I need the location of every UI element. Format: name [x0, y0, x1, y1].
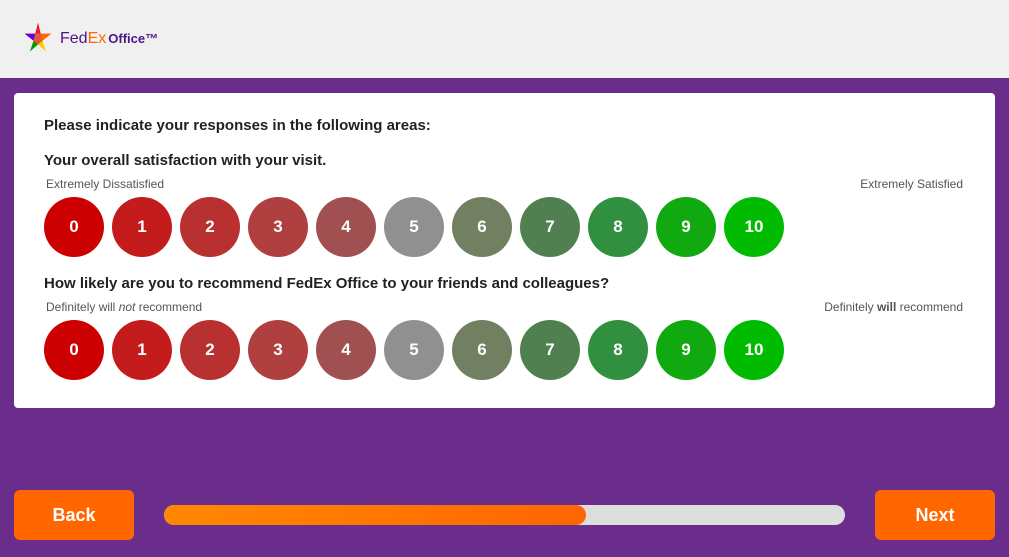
- q1-rating-5[interactable]: 5: [384, 197, 444, 257]
- q1-rating-9[interactable]: 9: [656, 197, 716, 257]
- q1-rating-10[interactable]: 10: [724, 197, 784, 257]
- q1-rating-0[interactable]: 0: [44, 197, 104, 257]
- q2-rating-6[interactable]: 6: [452, 320, 512, 380]
- question1-scale-right: Extremely Satisfied: [860, 177, 963, 191]
- logo-fed-text: Fed: [60, 30, 88, 48]
- q1-rating-7[interactable]: 7: [520, 197, 580, 257]
- back-button[interactable]: Back: [14, 490, 134, 540]
- q1-rating-1[interactable]: 1: [112, 197, 172, 257]
- progress-bar-fill: [164, 505, 586, 525]
- q2-rating-10[interactable]: 10: [724, 320, 784, 380]
- logo: FedExOffice™: [20, 21, 158, 57]
- question2-label: How likely are you to recommend FedEx Of…: [44, 275, 965, 292]
- question1-label: Your overall satisfaction with your visi…: [44, 152, 965, 169]
- bottom-bar: Back Next: [10, 488, 999, 542]
- question1-scale-left: Extremely Dissatisfied: [46, 177, 164, 191]
- main-area: Please indicate your responses in the fo…: [0, 78, 1009, 557]
- q2-rating-2[interactable]: 2: [180, 320, 240, 380]
- next-button[interactable]: Next: [875, 490, 995, 540]
- q1-rating-2[interactable]: 2: [180, 197, 240, 257]
- question1-section: Your overall satisfaction with your visi…: [44, 152, 965, 257]
- q1-rating-3[interactable]: 3: [248, 197, 308, 257]
- q2-rating-9[interactable]: 9: [656, 320, 716, 380]
- q2-rating-0[interactable]: 0: [44, 320, 104, 380]
- q2-rating-8[interactable]: 8: [588, 320, 648, 380]
- q2-rating-4[interactable]: 4: [316, 320, 376, 380]
- fedex-star-icon: [20, 21, 56, 57]
- q2-rating-3[interactable]: 3: [248, 320, 308, 380]
- question2-scale-left: Definitely will not recommend: [46, 300, 202, 314]
- q1-rating-6[interactable]: 6: [452, 197, 512, 257]
- question2-scale-right: Definitely will recommend: [824, 300, 963, 314]
- q1-rating-4[interactable]: 4: [316, 197, 376, 257]
- q2-rating-7[interactable]: 7: [520, 320, 580, 380]
- survey-instruction: Please indicate your responses in the fo…: [44, 117, 965, 134]
- question2-scale-labels: Definitely will not recommend Definitely…: [44, 300, 965, 314]
- header: FedExOffice™: [0, 0, 1009, 78]
- q2-rating-5[interactable]: 5: [384, 320, 444, 380]
- logo-ex-text: Ex: [88, 30, 107, 48]
- question2-rating-row: 0 1 2 3 4 5 6 7 8 9 10: [44, 320, 965, 380]
- logo-office-text: Office™: [108, 31, 158, 46]
- question1-scale-labels: Extremely Dissatisfied Extremely Satisfi…: [44, 177, 965, 191]
- q1-rating-8[interactable]: 8: [588, 197, 648, 257]
- question2-section: How likely are you to recommend FedEx Of…: [44, 275, 965, 380]
- question1-rating-row: 0 1 2 3 4 5 6 7 8 9 10: [44, 197, 965, 257]
- survey-card: Please indicate your responses in the fo…: [14, 93, 995, 408]
- q2-rating-1[interactable]: 1: [112, 320, 172, 380]
- progress-bar-container: [164, 505, 845, 525]
